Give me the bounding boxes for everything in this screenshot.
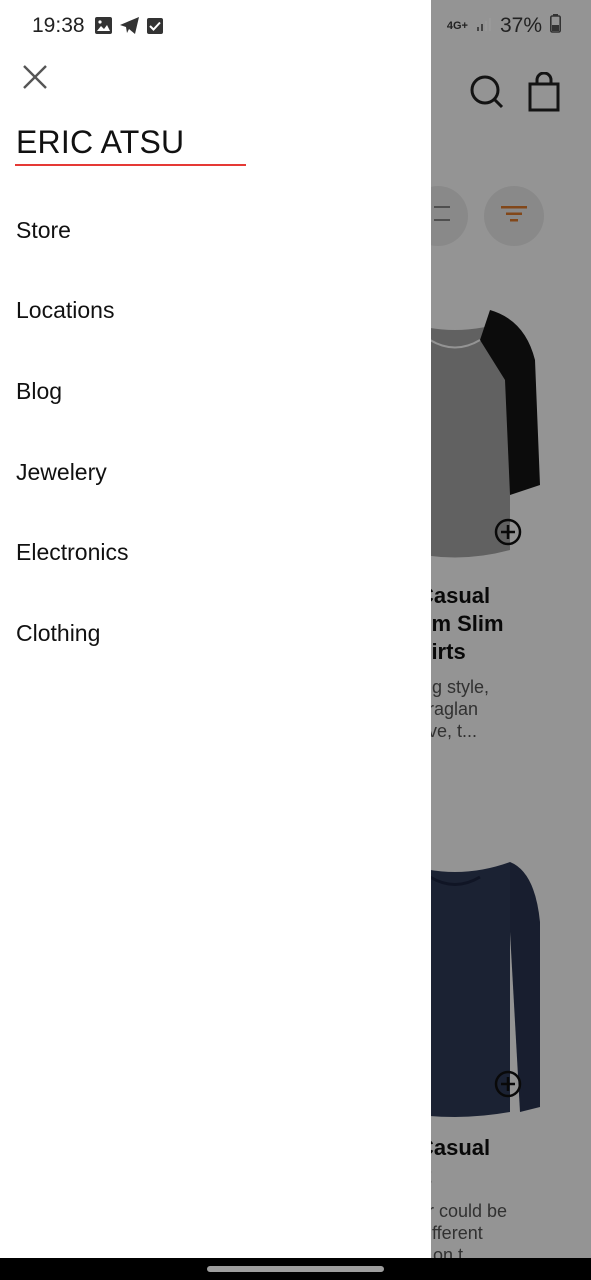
notification-icons (94, 16, 164, 40)
home-indicator[interactable] (207, 1266, 384, 1272)
menu-item-electronics[interactable]: Electronics (0, 512, 431, 593)
network-type: 4G+ (446, 20, 468, 32)
menu-item-jewelery[interactable]: Jewelery (0, 432, 431, 513)
user-name: ERIC ATSU (16, 124, 185, 160)
drawer-menu: Store Locations Blog Jewelery Electronic… (0, 190, 431, 674)
system-status: 4G+ 37% (447, 14, 561, 38)
close-icon (22, 64, 48, 95)
battery-icon (550, 14, 561, 38)
checkbox-icon (146, 17, 164, 40)
navigation-drawer: ERIC ATSU Store Locations Blog Jewelery … (0, 0, 431, 1258)
system-navigation-bar (0, 1258, 591, 1280)
name-underline (15, 164, 246, 166)
image-icon (94, 16, 113, 40)
battery-percent: 37% (499, 14, 542, 37)
telegram-icon (119, 16, 140, 40)
menu-item-clothing[interactable]: Clothing (0, 593, 431, 674)
menu-item-blog[interactable]: Blog (0, 351, 431, 432)
menu-item-store[interactable]: Store (0, 190, 431, 271)
signal-icon (476, 16, 492, 37)
status-time: 19:38 (32, 14, 85, 37)
close-drawer-button[interactable] (18, 62, 52, 96)
menu-item-locations[interactable]: Locations (0, 271, 431, 352)
status-bar: 19:38 4G+ 37% (0, 0, 591, 56)
